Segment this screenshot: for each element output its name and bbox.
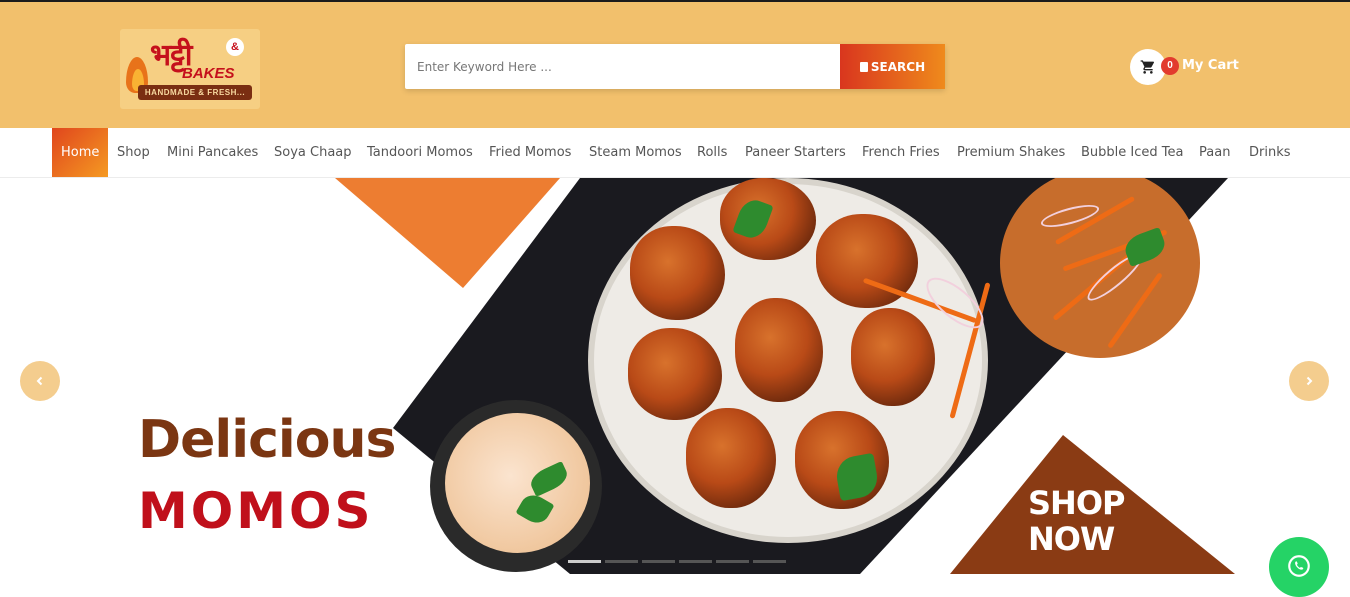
logo-subtitle: BAKES bbox=[182, 65, 235, 82]
shop-now-cta[interactable]: SHOP NOW bbox=[1028, 484, 1125, 558]
nav-item-tandoori-momos[interactable]: Tandoori Momos bbox=[367, 128, 473, 177]
slider-dot[interactable] bbox=[753, 560, 786, 563]
document-icon bbox=[859, 61, 868, 72]
nav-item-rolls[interactable]: Rolls bbox=[697, 128, 727, 177]
logo-ampersand: & bbox=[226, 38, 244, 56]
slider-dot[interactable] bbox=[605, 560, 638, 563]
momo-image bbox=[628, 328, 722, 420]
search-button-label: SEARCH bbox=[870, 59, 926, 74]
cart-label[interactable]: My Cart bbox=[1182, 58, 1239, 73]
nav-item-paan[interactable]: Paan bbox=[1199, 128, 1230, 177]
nav-item-fried-momos[interactable]: Fried Momos bbox=[489, 128, 571, 177]
slider-dot[interactable] bbox=[679, 560, 712, 563]
salad-bowl-image bbox=[1000, 178, 1200, 358]
nav-item-shop[interactable]: Shop bbox=[117, 128, 150, 177]
nav-item-premium-shakes[interactable]: Premium Shakes bbox=[957, 128, 1065, 177]
brand-logo[interactable]: भट्टी & BAKES HANDMADE & FRESH... bbox=[120, 29, 260, 109]
main-nav: Home Shop Mini Pancakes Soya Chaap Tando… bbox=[0, 128, 1350, 178]
slide-subheadline: MOMOS bbox=[138, 482, 374, 540]
shop-now-line1: SHOP bbox=[1028, 484, 1125, 522]
dip-image bbox=[445, 413, 590, 553]
momo-image bbox=[735, 298, 823, 402]
nav-item-drinks[interactable]: Drinks bbox=[1249, 128, 1291, 177]
slider-prev-button[interactable] bbox=[20, 361, 60, 401]
chevron-left-icon bbox=[36, 376, 43, 386]
whatsapp-icon bbox=[1288, 555, 1310, 577]
hero-slider: Delicious MOMOS SHOP NOW bbox=[0, 178, 1350, 574]
momo-image bbox=[851, 308, 935, 406]
cart-icon bbox=[1140, 60, 1155, 74]
chevron-right-icon bbox=[1306, 376, 1313, 386]
search-bar: SEARCH bbox=[405, 44, 945, 89]
slider-dot[interactable] bbox=[642, 560, 675, 563]
site-header: भट्टी & BAKES HANDMADE & FRESH... SEARCH… bbox=[0, 0, 1350, 128]
nav-item-home[interactable]: Home bbox=[52, 128, 109, 177]
nav-item-steam-momos[interactable]: Steam Momos bbox=[589, 128, 682, 177]
slide-headline: Delicious bbox=[138, 410, 396, 470]
nav-item-french-fries[interactable]: French Fries bbox=[862, 128, 940, 177]
nav-item-soya-chaap[interactable]: Soya Chaap bbox=[274, 128, 352, 177]
cart-count-badge: 0 bbox=[1161, 57, 1179, 75]
nav-item-paneer-starters[interactable]: Paneer Starters bbox=[745, 128, 846, 177]
nav-item-mini-pancakes[interactable]: Mini Pancakes bbox=[167, 128, 258, 177]
search-input[interactable] bbox=[405, 44, 840, 89]
slider-pagination bbox=[568, 560, 786, 563]
slider-next-button[interactable] bbox=[1289, 361, 1329, 401]
logo-tagline: HANDMADE & FRESH... bbox=[138, 85, 252, 100]
momo-image bbox=[686, 408, 776, 508]
nav-item-bubble-iced-tea[interactable]: Bubble Iced Tea bbox=[1081, 128, 1183, 177]
slider-dot[interactable] bbox=[716, 560, 749, 563]
search-button[interactable]: SEARCH bbox=[840, 44, 945, 89]
whatsapp-button[interactable] bbox=[1269, 537, 1329, 597]
slider-dot[interactable] bbox=[568, 560, 601, 563]
momo-image bbox=[630, 226, 725, 320]
shop-now-line2: NOW bbox=[1028, 520, 1115, 558]
